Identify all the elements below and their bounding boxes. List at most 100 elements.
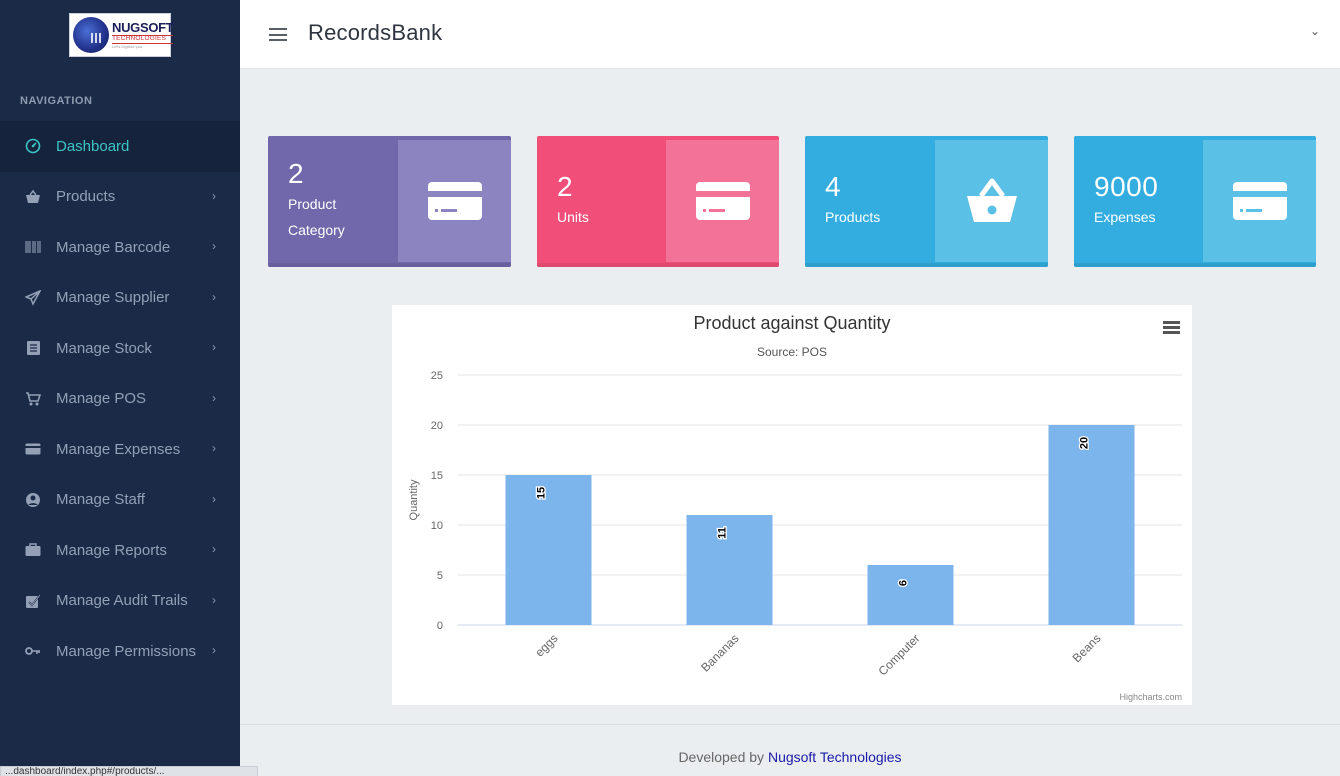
list-icon — [24, 339, 42, 357]
sidebar-item-manage-audit-trails[interactable]: Manage Audit Trails › — [0, 576, 240, 627]
chevron-right-icon: › — [212, 643, 216, 657]
data-label: 6 — [898, 580, 910, 586]
stat-card-products[interactable]: 4 Products — [805, 136, 1048, 267]
sidebar-item-products[interactable]: Products › — [0, 172, 240, 223]
sidebar-item-label: Manage Expenses — [56, 440, 181, 458]
card-bottom-border — [805, 263, 1048, 267]
app-title: RecordsBank — [308, 20, 443, 45]
barcode-icon — [24, 238, 42, 256]
footer: Developed by Nugsoft Technologies — [240, 724, 1340, 776]
x-tick-label: eggs — [532, 631, 560, 659]
check-square-icon — [24, 592, 42, 610]
footer-prefix: Developed by — [678, 749, 765, 765]
chevron-right-icon: › — [212, 239, 216, 253]
top-bar: RecordsBank ⌄ — [240, 0, 1340, 69]
chevron-right-icon: › — [212, 289, 216, 304]
y-tick-label: 5 — [437, 570, 443, 582]
stat-value: 2 — [288, 158, 305, 189]
basket-icon — [24, 188, 42, 206]
credit-card-icon — [666, 140, 779, 262]
nav-list: Dashboard Products › Manage Barcode › Manage … — [0, 121, 240, 677]
cart-icon — [24, 390, 42, 408]
key-icon — [24, 642, 42, 660]
paper-plane-icon — [24, 289, 42, 307]
chart-credits[interactable]: Highcharts.com — [1119, 692, 1182, 702]
footer-link[interactable]: Nugsoft Technologies — [768, 749, 902, 765]
chevron-down-icon[interactable]: ⌄ — [1310, 24, 1320, 38]
chevron-right-icon: › — [212, 340, 216, 354]
sidebar-item-manage-expenses[interactable]: Manage Expenses › — [0, 424, 240, 475]
stat-card-units[interactable]: 2 Units — [537, 136, 779, 267]
stat-label: Expenses — [1094, 209, 1156, 225]
logo-line-2: TECHNOLOGIES — [112, 35, 174, 44]
status-url: ...dashboard/index.php#/products/... — [0, 766, 258, 776]
stat-value: 4 — [825, 171, 842, 202]
menu-toggle-icon[interactable] — [269, 28, 287, 41]
sidebar-item-label: Manage Reports — [56, 541, 167, 559]
data-label: 15 — [536, 487, 548, 499]
sidebar-item-manage-barcode[interactable]: Manage Barcode › — [0, 222, 240, 273]
chevron-right-icon: › — [212, 441, 216, 455]
sidebar-item-label: Manage Supplier — [56, 289, 170, 307]
credit-card-icon — [398, 140, 511, 262]
card-bottom-border — [268, 263, 511, 267]
sidebar-item-label: Manage Staff — [56, 491, 145, 509]
sidebar-item-label: Manage POS — [56, 390, 147, 408]
chevron-right-icon: › — [212, 491, 216, 506]
logo-text: NUGSOFT TECHNOLOGIES Let's Digitize you — [112, 20, 174, 49]
stat-card-product-category[interactable]: 2 Product Category — [268, 136, 511, 267]
nav-heading: NAVIGATION — [20, 95, 93, 107]
logo-line-3: Let's Digitize you — [112, 43, 143, 49]
chevron-right-icon: › — [212, 592, 216, 607]
sidebar-item-manage-supplier[interactable]: Manage Supplier › — [0, 273, 240, 324]
x-tick-label: Computer — [875, 631, 922, 678]
sidebar-item-manage-staff[interactable]: Manage Staff › — [0, 475, 240, 526]
chart-panel: Product against Quantity Source: POS 051… — [392, 305, 1192, 705]
sidebar-item-label: Manage Audit Trails — [56, 592, 188, 610]
user-circle-icon — [24, 491, 42, 509]
bar-bananas — [686, 515, 773, 625]
sidebar-item-manage-pos[interactable]: Manage POS › — [0, 374, 240, 425]
y-tick-label: 15 — [431, 470, 443, 482]
stat-label: Product Category — [288, 196, 345, 238]
credit-card-icon — [24, 440, 42, 458]
sidebar-item-label: Manage Permissions — [56, 642, 197, 660]
bar-chart: 0 5 10 15 20 25 Quantity 15 eggs 11 Bananas 6 Comput… — [408, 370, 1182, 678]
chevron-right-icon: › — [212, 188, 216, 203]
stat-label: Products — [825, 209, 881, 225]
dashboard-icon — [24, 137, 42, 155]
chevron-right-icon: › — [212, 390, 216, 405]
basket-icon — [935, 140, 1048, 262]
y-tick-label: 0 — [437, 620, 443, 632]
x-tick-label: Bananas — [698, 631, 741, 674]
x-tick-label: Beans — [1070, 631, 1104, 665]
card-bottom-border — [537, 263, 779, 267]
sidebar-item-dashboard[interactable]: Dashboard — [0, 121, 240, 172]
y-tick-label: 25 — [431, 370, 443, 382]
sidebar-item-manage-reports[interactable]: Manage Reports › — [0, 525, 240, 576]
stat-label: Units — [557, 209, 589, 225]
sidebar-item-label: Products — [56, 188, 116, 206]
sidebar-item-label: Dashboard — [56, 137, 130, 155]
stat-value: 9000 — [1094, 171, 1159, 202]
sidebar-item-manage-permissions[interactable]: Manage Permissions › — [0, 626, 240, 677]
sidebar-item-label: Manage Stock — [56, 339, 152, 357]
card-bottom-border — [1074, 263, 1316, 267]
y-tick-label: 10 — [431, 520, 443, 532]
logo-line-1: NUGSOFT — [112, 20, 174, 36]
bar-beans — [1048, 425, 1135, 625]
stat-value: 2 — [557, 171, 574, 202]
stat-card-expenses[interactable]: 9000 Expenses — [1074, 136, 1316, 267]
bar-eggs — [505, 475, 592, 625]
bar-computer — [867, 565, 954, 625]
globe-logo-icon — [73, 17, 109, 53]
sidebar: NUGSOFT TECHNOLOGIES Let's Digitize you … — [0, 0, 240, 776]
briefcase-icon — [24, 541, 42, 559]
y-axis-label: Quantity — [408, 479, 420, 520]
sidebar-item-label: Manage Barcode — [56, 238, 171, 256]
sidebar-item-manage-stock[interactable]: Manage Stock › — [0, 323, 240, 374]
data-label: 20 — [1079, 437, 1091, 449]
company-logo[interactable]: NUGSOFT TECHNOLOGIES Let's Digitize you — [69, 13, 174, 57]
chevron-right-icon: › — [212, 542, 216, 556]
credit-card-icon — [1203, 140, 1316, 262]
